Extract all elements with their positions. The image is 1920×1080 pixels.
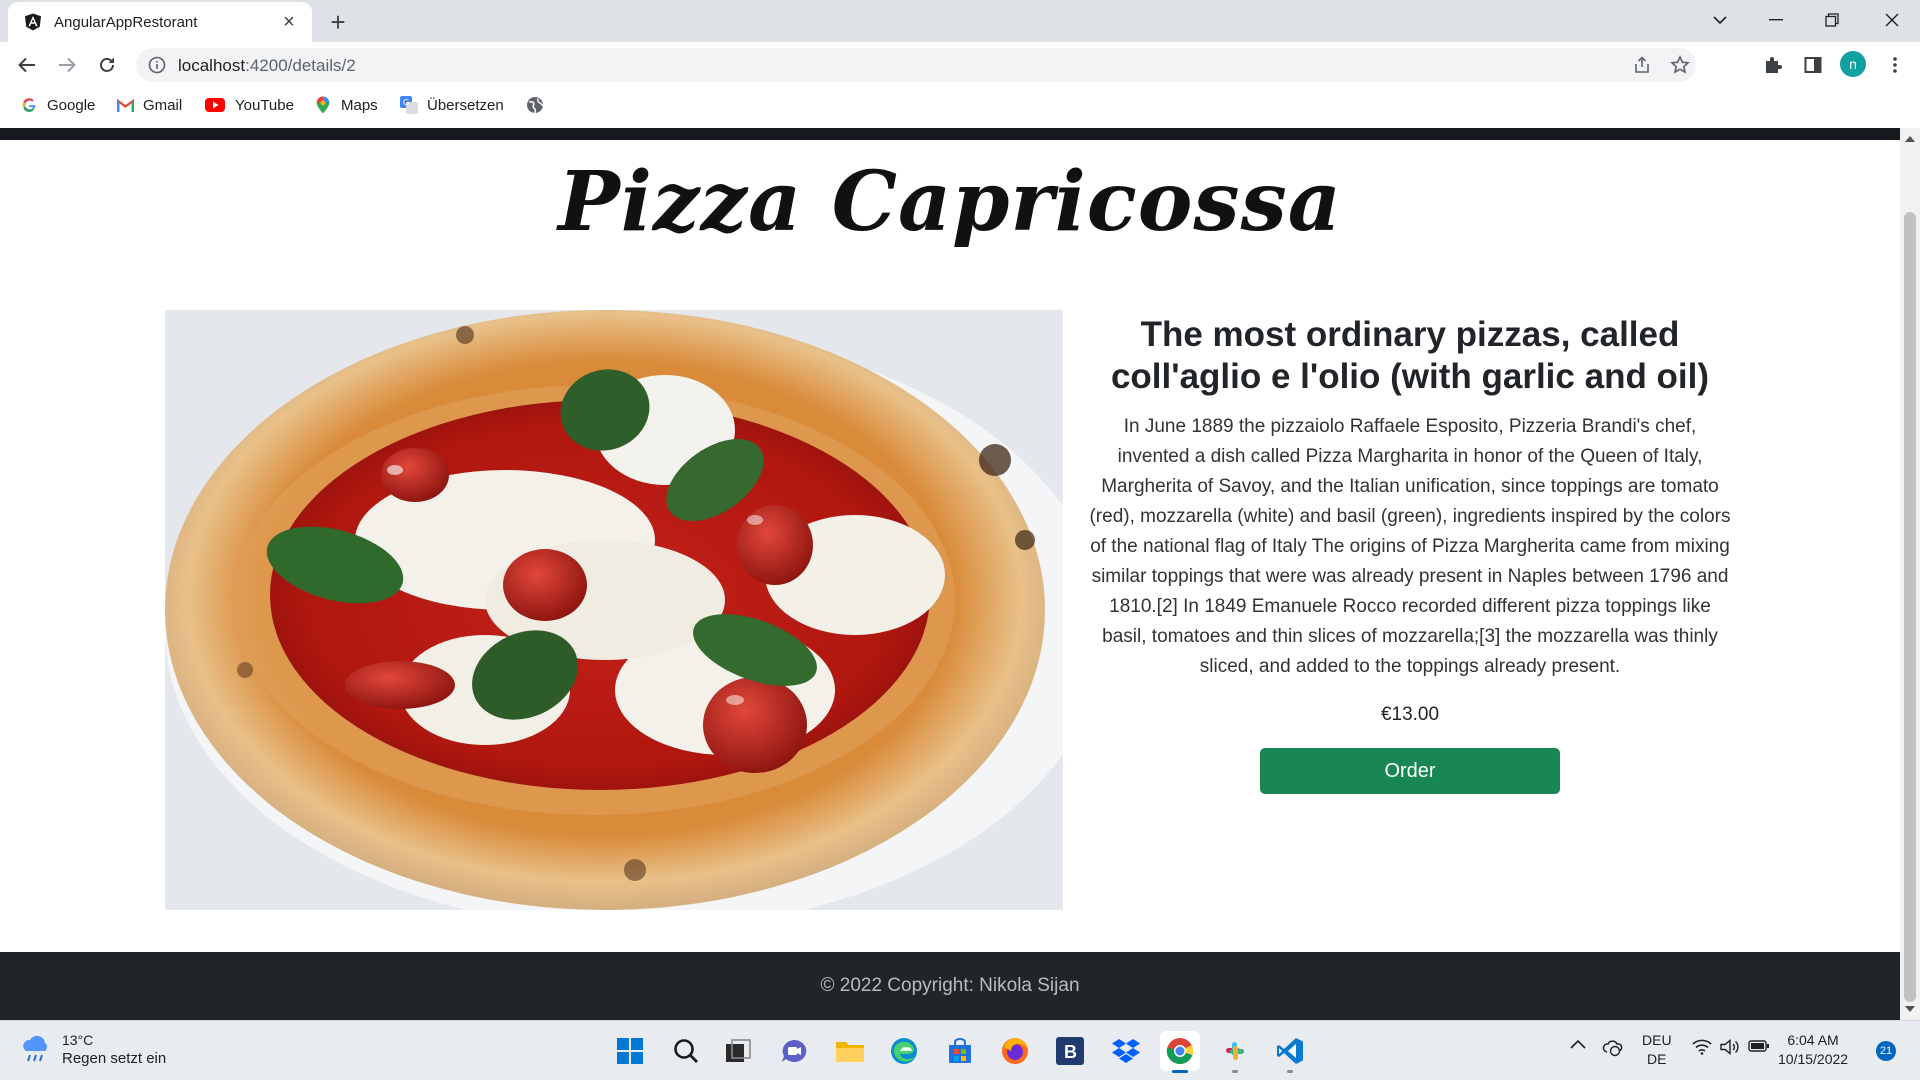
side-panel-icon[interactable] xyxy=(1802,54,1824,76)
page-scrollbar[interactable] xyxy=(1900,128,1920,1020)
scroll-down-arrow-icon[interactable] xyxy=(1905,1006,1915,1012)
back-arrow-icon[interactable] xyxy=(12,50,42,80)
gmail-icon xyxy=(116,96,134,114)
onedrive-sync-icon[interactable] xyxy=(1602,1039,1624,1057)
tab-search-icon[interactable] xyxy=(1692,0,1748,40)
notification-badge[interactable]: 21 xyxy=(1876,1041,1896,1061)
slack-icon[interactable] xyxy=(1215,1031,1255,1073)
active-indicator xyxy=(1172,1070,1188,1073)
bookmark-google[interactable]: Google xyxy=(20,94,95,116)
browser-toolbar: localhost:4200/details/2 xyxy=(0,42,1920,88)
scrollbar-thumb[interactable] xyxy=(1904,212,1916,1002)
edge-icon[interactable] xyxy=(884,1031,924,1071)
browser-tab[interactable]: AngularAppRestorant × xyxy=(8,2,312,42)
firefox-icon[interactable] xyxy=(995,1031,1035,1071)
chrome-icon[interactable] xyxy=(1160,1031,1200,1073)
file-explorer-icon[interactable] xyxy=(830,1031,870,1071)
bookmark-youtube[interactable]: YouTube xyxy=(204,94,294,116)
vscode-icon[interactable] xyxy=(1270,1031,1310,1073)
running-indicator xyxy=(1232,1070,1238,1073)
google-icon xyxy=(20,96,38,114)
running-indicator xyxy=(1287,1070,1293,1073)
scroll-up-arrow-icon[interactable] xyxy=(1905,136,1915,142)
search-icon[interactable] xyxy=(666,1031,706,1071)
address-bar[interactable]: localhost:4200/details/2 xyxy=(136,48,1696,82)
svg-text:G: G xyxy=(403,98,409,107)
language-indicator[interactable]: DEU DE xyxy=(1642,1031,1672,1069)
task-view-icon[interactable] xyxy=(718,1031,758,1071)
new-tab-button[interactable]: + xyxy=(324,7,352,37)
bookmark-label: Gmail xyxy=(143,96,183,114)
maps-pin-icon xyxy=(314,96,332,114)
close-window-button[interactable] xyxy=(1864,0,1920,40)
svg-text:B: B xyxy=(1064,1042,1077,1062)
bookmark-maps[interactable]: Maps xyxy=(314,94,378,116)
order-button[interactable]: Order xyxy=(1260,748,1560,794)
wifi-icon[interactable] xyxy=(1692,1039,1712,1055)
page-viewport: Pizza Capricossa The most ordinary pizza… xyxy=(0,128,1900,1020)
page-footer: © 2022 Copyright: Nikola Sijan xyxy=(0,952,1900,1020)
language-code: DEU xyxy=(1642,1032,1672,1048)
rain-cloud-icon xyxy=(23,1035,47,1062)
profile-avatar[interactable]: n xyxy=(1840,51,1866,77)
reload-icon[interactable] xyxy=(92,50,122,80)
footer-copyright: © 2022 Copyright: Nikola Sijan xyxy=(820,975,1080,996)
clock-date: 10/15/2022 xyxy=(1778,1051,1849,1067)
bookmark-label: YouTube xyxy=(235,96,294,114)
bookmarks-bar: Google Gmail YouTube Maps G Übersetzen xyxy=(0,88,1920,122)
angular-icon xyxy=(25,13,41,31)
forward-arrow-icon[interactable] xyxy=(52,50,82,80)
chat-icon[interactable] xyxy=(774,1031,814,1071)
pizza-details: The most ordinary pizzas, called coll'ag… xyxy=(1080,310,1740,794)
pizza-image xyxy=(165,310,1063,910)
system-clock[interactable]: 6:04 AM 10/15/2022 xyxy=(1778,1031,1848,1069)
bookmark-translate[interactable]: G Übersetzen xyxy=(400,94,504,116)
chevron-up-icon[interactable] xyxy=(1570,1039,1586,1049)
page-title: Pizza Capricossa xyxy=(558,154,1342,250)
extensions-icon[interactable] xyxy=(1762,54,1784,76)
pizza-description: In June 1889 the pizzaiolo Raffaele Espo… xyxy=(1089,416,1731,677)
weather-description: Regen setzt ein xyxy=(62,1050,167,1067)
microsoft-store-icon[interactable] xyxy=(940,1031,980,1071)
more-menu-icon[interactable] xyxy=(1884,54,1906,76)
pizza-price: €13.00 xyxy=(1380,704,1440,725)
globe-icon[interactable] xyxy=(526,94,544,116)
pizza-headline: The most ordinary pizzas, called coll'ag… xyxy=(1110,315,1710,396)
bookmark-label: Übersetzen xyxy=(427,96,504,114)
info-icon[interactable] xyxy=(148,56,166,74)
browser-tab-strip: AngularAppRestorant × + xyxy=(0,0,1920,42)
bookmark-label: Google xyxy=(47,96,96,114)
bookmark-star-icon[interactable] xyxy=(1670,55,1690,75)
dropbox-icon[interactable] xyxy=(1106,1031,1146,1071)
minimize-button[interactable] xyxy=(1748,0,1804,40)
youtube-icon xyxy=(204,96,226,114)
share-icon[interactable] xyxy=(1632,55,1652,75)
translate-icon: G xyxy=(400,96,418,114)
battery-icon[interactable] xyxy=(1748,1039,1770,1053)
keyboard-layout: DE xyxy=(1647,1051,1667,1067)
restore-button[interactable] xyxy=(1804,0,1860,40)
weather-widget[interactable]: 13°C Regen setzt ein xyxy=(20,1031,166,1069)
start-button[interactable] xyxy=(610,1031,650,1071)
clock-time: 6:04 AM xyxy=(1787,1032,1839,1048)
taskbar: 13°C Regen setzt ein B DEU DE 6:04 AM 10… xyxy=(0,1020,1920,1080)
close-tab-icon[interactable]: × xyxy=(278,11,300,33)
bookmark-label: Maps xyxy=(341,96,378,114)
bookmark-gmail[interactable]: Gmail xyxy=(116,94,182,116)
tab-title: AngularAppRestorant xyxy=(54,13,198,31)
url-text[interactable]: localhost:4200/details/2 xyxy=(178,56,356,76)
navbar-strip xyxy=(0,128,1900,140)
weather-temperature: 13°C xyxy=(62,1032,94,1048)
volume-icon[interactable] xyxy=(1720,1039,1740,1055)
b-app-icon[interactable]: B xyxy=(1050,1031,1090,1071)
